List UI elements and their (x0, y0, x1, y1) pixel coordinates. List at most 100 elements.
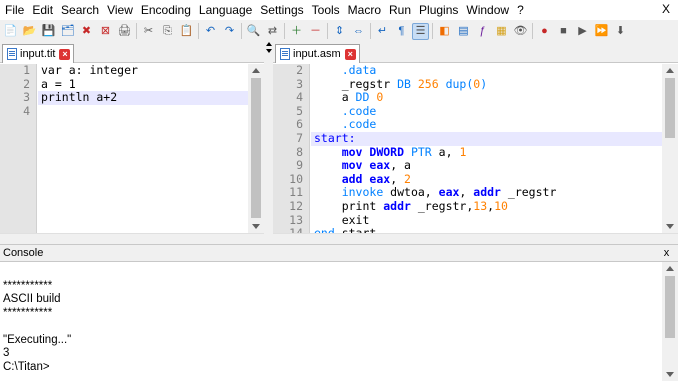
code-token: 10 (494, 198, 508, 213)
function-list-icon[interactable]: ƒ (474, 23, 491, 40)
undo-icon[interactable]: ↶ (202, 23, 219, 40)
close-icon[interactable]: ✖ (78, 23, 95, 40)
menu-help[interactable]: ? (513, 0, 528, 20)
menu-settings[interactable]: Settings (256, 0, 307, 20)
scroll-up-icon[interactable] (666, 266, 674, 271)
menu-search[interactable]: Search (57, 0, 103, 20)
save-macro-icon[interactable]: ⬇ (612, 23, 629, 40)
record-macro-icon[interactable]: ● (536, 23, 553, 40)
menu-plugins[interactable]: Plugins (415, 0, 462, 20)
console-line: "Executing..." (3, 333, 72, 346)
tab-close-icon[interactable]: × (344, 48, 356, 60)
splitter-down-icon[interactable] (266, 49, 272, 53)
cut-icon[interactable]: ✂ (140, 23, 157, 40)
scroll-down-icon[interactable] (666, 372, 674, 377)
play-macro-icon[interactable]: ▶ (574, 23, 591, 40)
vertical-scrollbar[interactable] (662, 64, 678, 233)
close-document-icon[interactable]: X (660, 2, 672, 16)
menu-window[interactable]: Window (462, 0, 513, 20)
menu-view[interactable]: View (103, 0, 137, 20)
code-token: end (314, 226, 342, 233)
play-multiple-icon[interactable]: ⏩ (593, 23, 610, 40)
code-token: dup( (445, 76, 474, 91)
horizontal-scrollbar[interactable] (0, 233, 264, 242)
menu-language[interactable]: Language (195, 0, 256, 20)
code-token: eax (369, 171, 391, 186)
zoom-in-icon[interactable]: ＋ (288, 23, 305, 40)
code-text[interactable]: .data _regstr DB 256 dup(0) a DD 0 .code… (311, 64, 662, 233)
console-panel: Console x *********** ASCII build ********… (0, 244, 678, 381)
save-icon[interactable]: 💾 (40, 23, 57, 40)
code-token: print (314, 198, 384, 213)
left-editor-pane: input.tit × 1234 var a: integer a = 1 prin… (0, 42, 264, 242)
code-token: add (341, 171, 370, 186)
menu-encoding[interactable]: Encoding (137, 0, 195, 20)
tab-input-tit[interactable]: input.tit × (2, 44, 75, 63)
menu-edit[interactable]: Edit (28, 0, 57, 20)
right-editor-pane: input.asm × 234567891011121314 .data _re… (273, 42, 678, 242)
code-token: invoke (341, 185, 391, 200)
find-icon[interactable]: 🔍 (245, 23, 262, 40)
code-token: PTR (410, 144, 439, 159)
paste-icon[interactable]: 📋 (178, 23, 195, 40)
sync-vertical-icon[interactable]: ⇕ (331, 23, 348, 40)
stop-macro-icon[interactable]: ■ (555, 23, 572, 40)
zoom-out-icon[interactable]: － (307, 23, 324, 40)
monitoring-icon[interactable]: 👁 (512, 23, 529, 40)
indent-guide-icon[interactable]: ☰ (412, 22, 429, 40)
line-number: 8 (296, 144, 303, 159)
code-token: 1 (459, 144, 467, 159)
left-code-area[interactable]: 1234 var a: integer a = 1 println a+2 (0, 64, 248, 233)
scroll-up-icon[interactable] (252, 68, 260, 73)
toolbar-separator (370, 23, 371, 39)
print-icon[interactable]: 🖨 (116, 23, 133, 40)
scroll-down-icon[interactable] (252, 224, 260, 229)
scroll-thumb[interactable] (251, 78, 261, 218)
code-line: exit (311, 213, 662, 228)
redo-icon[interactable]: ↷ (221, 23, 238, 40)
show-all-chars-icon[interactable]: ¶ (393, 23, 410, 40)
vertical-scrollbar[interactable] (248, 64, 264, 233)
line-number: 12 (289, 198, 303, 213)
code-token: start: (314, 130, 356, 145)
scroll-down-icon[interactable] (666, 224, 674, 229)
menu-run[interactable]: Run (385, 0, 415, 20)
menu-tools[interactable]: Tools (308, 0, 344, 20)
editor-splitter[interactable] (264, 42, 273, 242)
line-number: 9 (296, 158, 303, 173)
menu-file[interactable]: File (0, 0, 28, 20)
sync-horizontal-icon[interactable]: ⇔ (350, 23, 367, 40)
code-token: mov (341, 158, 370, 173)
folder-workspace-icon[interactable]: ▦ (493, 23, 510, 40)
menu-macro[interactable]: Macro (344, 0, 385, 20)
code-token: a (314, 90, 356, 105)
console-output[interactable]: *********** ASCII build *********** "Execut… (0, 262, 662, 381)
doc-map-icon[interactable]: ▤ (455, 23, 472, 40)
code-token: , (459, 185, 474, 200)
open-file-icon[interactable]: 📂 (21, 23, 38, 40)
replace-icon[interactable]: ⇄ (264, 23, 281, 40)
line-number-gutter: 1234 (0, 64, 36, 233)
tab-input-asm[interactable]: input.asm × (275, 44, 360, 63)
scroll-up-icon[interactable] (666, 68, 674, 73)
code-line: print addr _regstr,13,10 (311, 198, 662, 214)
close-all-icon[interactable]: ⊠ (97, 23, 114, 40)
scroll-thumb[interactable] (665, 276, 675, 338)
right-code-area[interactable]: 234567891011121314 .data _regstr DB 256 … (273, 64, 662, 233)
scroll-thumb[interactable] (665, 78, 675, 138)
code-text[interactable]: var a: integer a = 1 println a+2 (38, 64, 248, 233)
horizontal-scrollbar[interactable] (273, 233, 678, 242)
save-all-icon[interactable]: 🗂 (59, 23, 76, 40)
copy-icon[interactable]: ⎘ (159, 23, 176, 40)
console-line: 3 (3, 347, 10, 359)
user-lang-icon[interactable]: ◧ (436, 23, 453, 40)
new-file-icon[interactable]: 📄 (2, 23, 19, 40)
console-close-icon[interactable]: x (661, 247, 672, 259)
splitter-up-icon[interactable] (266, 42, 272, 46)
tab-close-icon[interactable]: × (59, 48, 71, 60)
console-scrollbar[interactable] (662, 262, 678, 381)
code-token: a = 1 (41, 76, 76, 91)
word-wrap-icon[interactable]: ↵ (374, 23, 391, 40)
